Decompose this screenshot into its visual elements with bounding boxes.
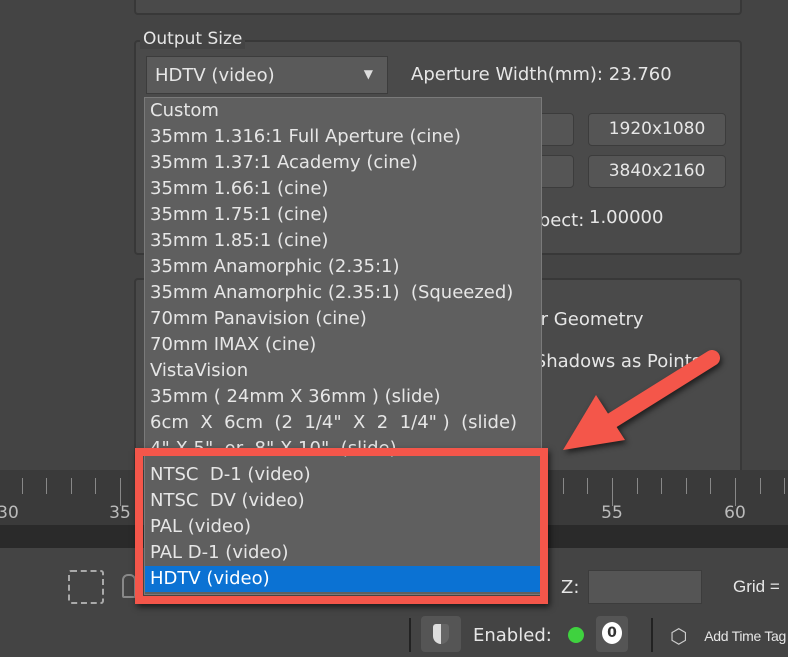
annotation-arrow <box>563 350 720 450</box>
